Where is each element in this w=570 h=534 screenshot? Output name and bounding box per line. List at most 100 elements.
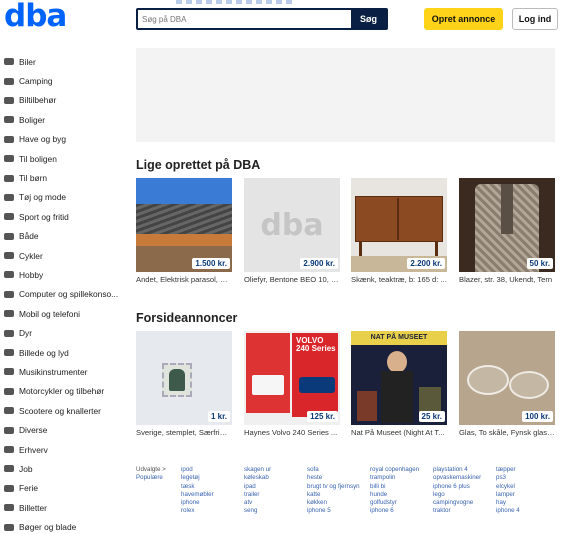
sidebar-item[interactable]: Ferie [3,479,125,498]
footer-link[interactable]: trailer [244,491,271,499]
sidebar-item[interactable]: Bøger og blade [3,517,125,534]
dba-logo[interactable]: dba [4,1,67,32]
sidebar-item[interactable]: Computer og spillekonso... [3,285,125,304]
sidebar-item[interactable]: Dyr [3,323,125,342]
footer-link[interactable]: ps3 [496,474,520,482]
sidebar-item-label: Computer og spillekonso... [19,289,119,300]
sidebar-item[interactable]: Job [3,459,125,478]
sidebar-item[interactable]: Biler [3,52,125,71]
sidebar-item[interactable]: Tøj og mode [3,188,125,207]
latest-ad-card[interactable]: dba 2.900 kr. Oliefyr, Bentone BEO 10, K..… [244,178,340,284]
ad-caption[interactable]: Glas, To skåle, Fynsk glasv... [459,428,555,437]
latest-ad-card[interactable]: 1.500 kr. Andet, Elektrisk parasol, El... [136,178,232,284]
search-button[interactable]: Søg [351,10,386,28]
footer-link[interactable]: iphone 4 [496,507,520,515]
sidebar-item[interactable]: Cykler [3,246,125,265]
sidebar-item-label: Billetter [19,502,47,513]
footer-link[interactable]: legetøj [181,474,214,482]
search-input[interactable] [138,10,351,28]
sidebar-item[interactable]: Have og byg [3,130,125,149]
footer-link[interactable]: tæpper [496,466,520,474]
sidebar-item[interactable]: Camping [3,71,125,90]
footer-link[interactable]: hestе [307,474,360,482]
footer-link[interactable]: iphone 6 [370,507,419,515]
footer-link[interactable]: opvaskemaskiner [433,474,481,482]
top-decoration [176,0,296,4]
ad-caption[interactable]: Nat På Museet (Night At T... [351,428,447,437]
sidebar-item[interactable]: Både [3,227,125,246]
sidebar-item[interactable]: Mobil og telefoni [3,304,125,323]
footer-link[interactable]: iphone 5 [307,507,360,515]
front-ad-card[interactable]: 100 kr. Glas, To skåle, Fynsk glasv... [459,331,555,437]
footer-link[interactable]: golfudstyr [370,499,419,507]
ad-caption[interactable]: Oliefyr, Bentone BEO 10, K... [244,275,340,284]
footer-link[interactable]: brugt tv og fjernsyn [307,483,360,491]
footer-link[interactable]: atv [244,499,271,507]
sidebar-item-label: Billede og lyd [19,347,69,358]
glass-photo[interactable]: 100 kr. [459,331,555,425]
footer-link[interactable]: sofa [307,466,360,474]
front-ad-card[interactable]: 1 kr. Sverige, stemplet, Særfrim... [136,331,232,437]
ad-caption[interactable]: Blazer, str. 38, Ukendt, Tern [459,275,555,284]
sidebar-item[interactable]: Erhverv [3,440,125,459]
footer-link[interactable]: elcykel [496,483,520,491]
manual-photo[interactable]: VOLVO 240 Series 125 kr. [244,331,340,425]
footer-link[interactable]: playstation 4 [433,466,481,474]
blazer-photo[interactable]: 50 kr. [459,178,555,272]
sidebar-item[interactable]: Scootere og knallerter [3,401,125,420]
dvd-photo[interactable]: NAT PÅ MUSEET 25 kr. [351,331,447,425]
footer-link[interactable]: iphone [181,499,214,507]
stamp-photo[interactable]: 1 kr. [136,331,232,425]
create-ad-button[interactable]: Opret annonce [424,8,503,30]
front-ad-card[interactable]: VOLVO 240 Series 125 kr. Haynes Volvo 240 S… [244,331,340,437]
footer-link[interactable]: Populære [136,474,166,482]
sidebar-item[interactable]: Diverse [3,420,125,439]
footer-link[interactable]: havemøbler [181,491,214,499]
price-badge: 25 kr. [418,411,445,422]
sidebar-item[interactable]: Billede og lyd [3,343,125,362]
front-ad-card[interactable]: NAT PÅ MUSEET 25 kr. Nat På Museet (Night … [351,331,447,437]
footer-link[interactable]: royal copenhagen [370,466,419,474]
footer-link[interactable]: hay [496,499,520,507]
ad-caption[interactable]: Skænk, teaktræ, b: 165 d: ... [351,275,447,284]
latest-ad-card[interactable]: 50 kr. Blazer, str. 38, Ukendt, Tern [459,178,555,284]
footer-link[interactable]: ipod [181,466,214,474]
footer-link[interactable]: trampolin [370,474,419,482]
sidebar-item[interactable]: Motorcykler og tilbehør [3,382,125,401]
ad-caption[interactable]: Andet, Elektrisk parasol, El... [136,275,232,284]
footer-link[interactable]: seng [244,507,271,515]
ad-caption[interactable]: Sverige, stemplet, Særfrim... [136,428,232,437]
footer-link[interactable]: køkken [307,499,360,507]
footer-link[interactable]: lamper [496,491,520,499]
footer-link[interactable]: tæsk [181,483,214,491]
footer-link[interactable]: hunde [370,491,419,499]
footer-link[interactable]: rolex [181,507,214,515]
awning-photo[interactable]: 1.500 kr. [136,178,232,272]
sidebar-item[interactable]: Musikinstrumenter [3,362,125,381]
footer-link[interactable]: campingvogne [433,499,481,507]
latest-ad-card[interactable]: 2.200 kr. Skænk, teaktræ, b: 165 d: ... [351,178,447,284]
footer-link[interactable]: køleskab [244,474,271,482]
sideboard-photo[interactable]: 2.200 kr. [351,178,447,272]
footer-link[interactable]: skagen ur [244,466,271,474]
footer-link[interactable]: lego [433,491,481,499]
footer-link[interactable]: iphone 6 plus [433,483,481,491]
sidebar-item[interactable]: Hobby [3,265,125,284]
sidebar-item-label: Erhverv [19,444,48,455]
sidebar-item[interactable]: Biltilbehør [3,91,125,110]
sidebar-item[interactable]: Til børn [3,168,125,187]
footer-link[interactable]: traktor [433,507,481,515]
motorcycle-icon [3,386,15,396]
sidebar-item[interactable]: Boliger [3,110,125,129]
dba-placeholder[interactable]: dba 2.900 kr. [244,178,340,272]
footer-link[interactable]: billi bi [370,483,419,491]
footer-link[interactable]: Udvalgte > [136,466,166,474]
sidebar-item[interactable]: Til boligen [3,149,125,168]
login-button[interactable]: Log ind [512,8,558,30]
sidebar-item-label: Til boligen [19,153,57,164]
ad-caption[interactable]: Haynes Volvo 240 Series ... [244,428,340,437]
sidebar-item[interactable]: Sport og fritid [3,207,125,226]
footer-link[interactable]: katte [307,491,360,499]
footer-link[interactable]: ipad [244,483,271,491]
sidebar-item[interactable]: Billetter [3,498,125,517]
